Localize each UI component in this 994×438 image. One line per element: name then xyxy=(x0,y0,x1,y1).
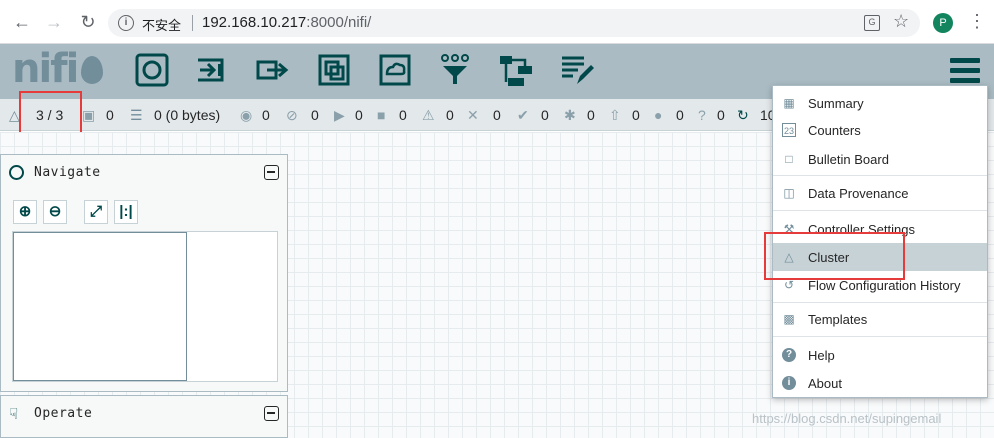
stopped-count: 0 xyxy=(399,107,407,123)
collapse-operate-button[interactable] xyxy=(264,406,279,421)
hand-pointer-icon: ☟ xyxy=(9,406,19,423)
avatar[interactable]: P xyxy=(933,13,953,33)
menu-divider xyxy=(773,336,987,337)
reload-icon[interactable]: ↻ xyxy=(76,10,100,34)
menu-label: Summary xyxy=(808,96,864,111)
back-arrow-icon[interactable]: ← xyxy=(10,10,34,34)
invalid-count: 0 xyxy=(446,107,454,123)
locally-modified-icon: ✱ xyxy=(564,107,576,123)
stale-icon: ⇧ xyxy=(609,107,621,123)
input-port-icon[interactable] xyxy=(194,52,230,88)
provenance-icon: ◫ xyxy=(783,186,795,200)
process-group-icon[interactable] xyxy=(316,52,352,88)
actual-size-icon[interactable]: |:| xyxy=(114,200,138,224)
up-to-date-count: 0 xyxy=(541,107,549,123)
help-icon: ? xyxy=(782,348,796,362)
stale-count: 0 xyxy=(632,107,640,123)
url-path: :8000/nifi/ xyxy=(306,14,372,31)
history-icon: ↺ xyxy=(783,278,795,292)
template-icon[interactable] xyxy=(498,52,534,88)
watermark: https://blog.csdn.net/supingemail xyxy=(752,411,942,426)
menu-item-data-provenance[interactable]: ◫ Data Provenance xyxy=(773,180,987,206)
running-count: 0 xyxy=(355,107,363,123)
zoom-out-icon[interactable]: ⊖ xyxy=(43,200,67,224)
label-icon[interactable] xyxy=(559,52,595,88)
modified-stale-icon: ● xyxy=(654,107,663,123)
menu-item-about[interactable]: i About xyxy=(773,370,987,396)
modified-stale-count: 0 xyxy=(676,107,684,123)
queued-data: 0 (0 bytes) xyxy=(154,107,221,123)
menu-label: Bulletin Board xyxy=(808,152,889,167)
disabled-count: 0 xyxy=(493,107,501,123)
star-icon[interactable]: ☆ xyxy=(893,11,909,32)
birdseye-view[interactable] xyxy=(12,231,278,382)
compass-icon xyxy=(9,165,24,180)
navigate-title: Navigate xyxy=(34,165,101,180)
url-text[interactable]: 192.168.10.217:8000/nifi/ xyxy=(202,14,371,31)
menu-item-bulletin-board[interactable]: □ Bulletin Board xyxy=(773,146,987,172)
transmitting-count: 0 xyxy=(262,107,270,123)
menu-label: About xyxy=(808,376,842,391)
info-icon[interactable]: i xyxy=(118,15,134,31)
menu-label: Templates xyxy=(808,312,868,327)
menu-divider xyxy=(773,175,987,176)
navigate-panel: Navigate ⊕ ⊖ ⤢ |:| xyxy=(0,154,288,392)
counter-icon: 23 xyxy=(782,123,796,137)
menu-item-counters[interactable]: 23 Counters xyxy=(773,117,987,143)
sync-failure-count: 0 xyxy=(717,107,725,123)
menu-label: Flow Configuration History xyxy=(808,278,961,293)
menu-item-templates[interactable]: ▩ Templates xyxy=(773,306,987,332)
not-transmitting-icon: ⊘ xyxy=(286,107,298,123)
info-icon: i xyxy=(782,376,796,390)
sync-failure-icon: ? xyxy=(698,107,706,123)
forward-arrow-icon[interactable]: → xyxy=(42,10,66,34)
remote-process-group-icon[interactable] xyxy=(377,52,413,88)
browser-toolbar: ← → ↻ i 不安全 192.168.10.217:8000/nifi/ G … xyxy=(0,0,994,44)
processor-icon[interactable] xyxy=(134,52,170,88)
operate-panel: ☟ Operate xyxy=(0,395,288,438)
fit-icon[interactable]: ⤢ xyxy=(84,200,108,224)
funnel-icon[interactable] xyxy=(437,52,473,88)
locally-modified-count: 0 xyxy=(587,107,595,123)
menu-label: Data Provenance xyxy=(808,186,909,201)
droplet-icon xyxy=(81,56,104,84)
menu-item-summary[interactable]: ▦ Summary xyxy=(773,90,987,116)
queued-icon: ☰ xyxy=(130,107,143,123)
disabled-icon: ✕ xyxy=(467,107,479,123)
running-icon: ▶ xyxy=(334,107,345,123)
address-bar[interactable]: i 不安全 192.168.10.217:8000/nifi/ xyxy=(108,9,920,37)
stopped-icon: ■ xyxy=(377,107,386,123)
threads-icon: ▣ xyxy=(82,107,96,123)
up-to-date-icon: ✔ xyxy=(517,107,529,123)
invalid-icon: ⚠ xyxy=(422,107,435,123)
output-port-icon[interactable] xyxy=(255,52,291,88)
menu-label: Counters xyxy=(808,123,861,138)
not-transmitting-count: 0 xyxy=(311,107,319,123)
table-icon: ▦ xyxy=(783,96,795,110)
menu-divider xyxy=(773,302,987,303)
templates-icon: ▩ xyxy=(783,312,795,326)
refresh-icon[interactable]: ↻ xyxy=(737,107,749,124)
operate-title: Operate xyxy=(34,406,93,421)
kebab-menu-icon[interactable]: ⋮ xyxy=(968,11,986,32)
birdseye-viewport[interactable] xyxy=(13,232,187,381)
logo-text: nifi xyxy=(12,46,79,92)
nifi-logo: nifi xyxy=(12,46,104,92)
collapse-navigate-button[interactable] xyxy=(264,165,279,180)
translate-icon[interactable]: G xyxy=(864,15,880,31)
url-host: 192.168.10.217 xyxy=(202,14,307,31)
cluster-menu-highlight xyxy=(764,232,905,280)
sticky-note-icon: □ xyxy=(785,152,793,166)
menu-item-help[interactable]: ? Help xyxy=(773,342,987,368)
menu-divider xyxy=(773,210,987,211)
zoom-in-icon[interactable]: ⊕ xyxy=(13,200,37,224)
menu-label: Help xyxy=(808,348,835,363)
divider xyxy=(192,15,193,31)
active-threads: 0 xyxy=(106,107,114,123)
transmitting-icon: ◉ xyxy=(240,107,253,123)
hamburger-icon[interactable] xyxy=(950,58,980,84)
security-label: 不安全 xyxy=(142,18,182,33)
